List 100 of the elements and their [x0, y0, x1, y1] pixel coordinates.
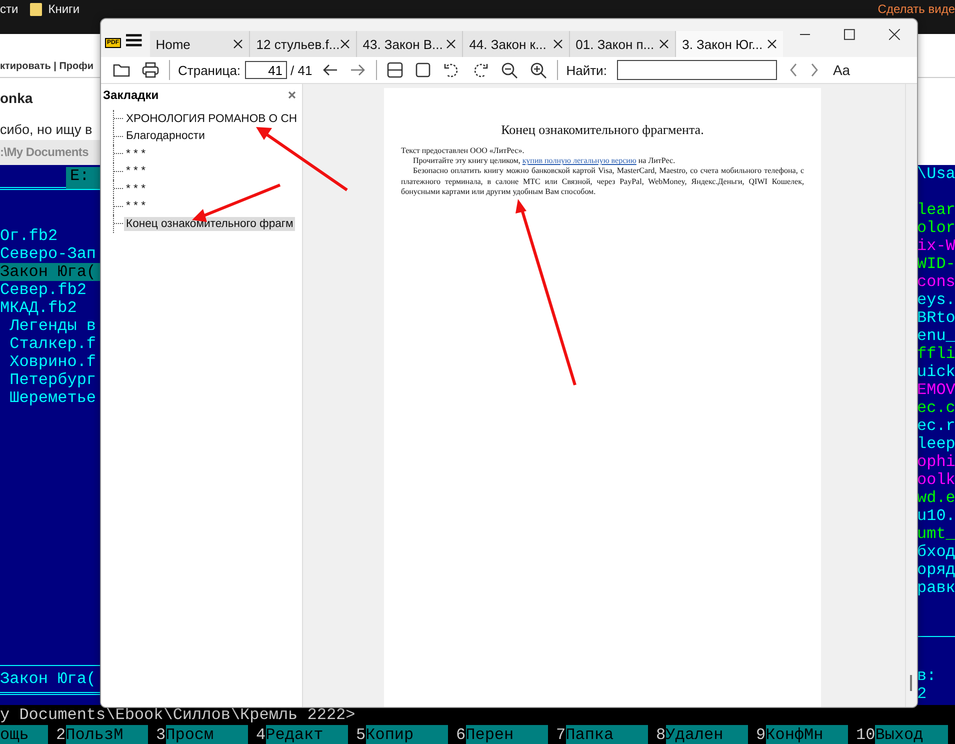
zoom-in-icon[interactable] [530, 62, 548, 78]
key-number: 7 [555, 725, 566, 744]
file-entry[interactable]: lear [917, 201, 955, 219]
close-icon[interactable] [889, 28, 900, 40]
rotate-right-icon[interactable] [472, 62, 490, 78]
file-entry[interactable]: BRto [917, 309, 955, 327]
fit-page-icon[interactable] [415, 62, 432, 78]
paragraph: Текст предоставлен ООО «ЛитРес». [401, 146, 526, 156]
file-entry[interactable]: WID- [917, 255, 955, 273]
key-number: 4 [255, 725, 266, 744]
key-number: 5 [355, 725, 366, 744]
document-tab[interactable]: Home [150, 31, 250, 57]
document-tab[interactable]: 12 стульев.f... [250, 31, 357, 57]
file-entry[interactable]: МКАД.fb2 [0, 299, 100, 317]
close-icon[interactable] [233, 39, 244, 49]
file-entry[interactable]: Закон Юга( [0, 263, 100, 281]
file-entry[interactable]: Петербург [0, 371, 100, 389]
key-number: 3 [155, 725, 166, 744]
drive-label: E: [66, 167, 100, 189]
purchase-link[interactable]: купив полную легальную версию [522, 156, 636, 166]
file-entry[interactable]: Север.fb2 [0, 281, 100, 299]
maximize-icon[interactable] [844, 28, 856, 40]
function-key[interactable]: Редакт [266, 725, 348, 744]
page-number-field[interactable]: 41 [244, 61, 287, 79]
function-key[interactable]: КонфМн [766, 725, 848, 744]
page-label: Страница: [178, 62, 241, 78]
chevron-right-icon[interactable] [810, 63, 819, 77]
panel-title: Закладки [103, 88, 159, 102]
file-entry[interactable]: ophi [917, 453, 955, 471]
bookmark-item[interactable]: ХРОНОЛОГИЯ РОМАНОВ О СН [124, 112, 300, 126]
file-entry[interactable]: wd.e [917, 489, 955, 507]
page-total: / 41 [290, 62, 312, 78]
path-bar: :\My Documents [0, 140, 100, 165]
bookmark-item[interactable]: Благодарности [124, 129, 207, 144]
key-number: 6 [455, 725, 466, 744]
bookmark-item[interactable]: * * * [124, 182, 148, 196]
file-entry[interactable]: u10. [917, 507, 955, 525]
bookmark-link[interactable]: Сделать виде [878, 2, 955, 16]
paragraph: Прочитайте эту книгу целиком, купив полную легальную версию на ЛитРес. [412, 156, 676, 166]
function-key[interactable]: Просм [166, 725, 248, 744]
file-entry[interactable]: leep [917, 435, 955, 453]
key-number: 10 [855, 725, 876, 744]
close-icon[interactable] [446, 39, 456, 49]
rotate-left-icon[interactable] [443, 62, 460, 78]
forward-arrow-icon[interactable] [350, 64, 366, 76]
bookmark-link[interactable]: сти [0, 2, 18, 16]
bookmark-item[interactable]: Конец ознакомительного фрагм [124, 216, 296, 231]
file-entry[interactable]: olor [917, 219, 955, 237]
file-entry[interactable]: ec.r [917, 417, 955, 435]
key-number: 9 [755, 725, 766, 744]
search-field[interactable] [616, 60, 777, 80]
file-entry[interactable]: Ховрино.f [0, 353, 100, 371]
function-key[interactable]: Папка [566, 725, 648, 744]
file-entry[interactable]: оряд [917, 561, 955, 579]
panel-path: \Usa [917, 165, 955, 183]
fit-width-icon[interactable] [387, 62, 404, 78]
close-icon[interactable] [659, 39, 670, 49]
file-entry[interactable]: eys. [917, 291, 955, 309]
file-entry[interactable]: oolk [917, 471, 955, 489]
file-entry[interactable]: EMOV [917, 381, 955, 399]
back-arrow-icon[interactable] [322, 64, 338, 76]
file-entry[interactable]: ec.c [917, 399, 955, 417]
paragraph: Безопасно оплатить книгу можно банковской картой Visa, MasterCard, Maestro, со счета мобильного телефона, с платежного терминала, в салоне МТС или Связной, через PayPal, WebMoney, Яндекс.Деньги, QIWI Кошелек, бонусными картами или другим удобным Вам способом. [401, 166, 804, 198]
print-icon[interactable] [142, 62, 159, 78]
scrollbar[interactable] [905, 84, 917, 707]
file-entry[interactable]: ix-W [917, 237, 955, 255]
file-entry[interactable]: Легенды в [0, 317, 100, 335]
bookmark-link[interactable]: Книги [48, 2, 80, 16]
document-tab[interactable]: 3. Закон Юг... [676, 31, 783, 57]
file-entry[interactable]: cons [917, 273, 955, 291]
key-number: 2 [55, 725, 66, 744]
key-number: 8 [655, 725, 666, 744]
font-button[interactable]: Aa [828, 62, 854, 78]
function-key[interactable]: ПользМ [66, 725, 148, 744]
document-tab[interactable]: 43. Закон В... [356, 31, 464, 57]
file-entry[interactable]: Северо-Зап [0, 245, 100, 263]
menu-icon[interactable] [126, 33, 142, 47]
function-key[interactable]: ощь [0, 725, 48, 744]
function-key[interactable]: Перен [466, 725, 548, 744]
find-label: Найти: [566, 62, 607, 78]
function-key[interactable]: Выход [875, 725, 948, 744]
zoom-out-icon[interactable] [501, 62, 518, 78]
file-entry[interactable]: Ог.fb2 [0, 227, 100, 245]
document-tab[interactable]: 44. Закон к... [463, 31, 570, 57]
close-icon[interactable] [340, 39, 350, 49]
file-entry[interactable]: Шереметье [0, 389, 100, 407]
function-key[interactable]: Копир [366, 725, 448, 744]
bookmark-item[interactable]: * * * [124, 146, 148, 161]
file-entry[interactable]: uick [917, 363, 955, 381]
bookmark-item[interactable]: * * * [124, 164, 148, 178]
chevron-left-icon[interactable] [788, 63, 798, 77]
file-entry[interactable]: равк [917, 579, 955, 597]
file-entry[interactable]: бход [917, 543, 955, 561]
document-tab[interactable]: 01. Закон п... [570, 31, 676, 57]
close-icon[interactable] [766, 39, 777, 49]
bookmark-item[interactable]: * * * [124, 199, 148, 214]
file-entry[interactable]: Сталкер.f [0, 335, 100, 353]
close-icon[interactable] [552, 39, 563, 49]
function-key[interactable]: Удален [666, 725, 748, 744]
file-entry[interactable]: ffli [917, 345, 955, 363]
